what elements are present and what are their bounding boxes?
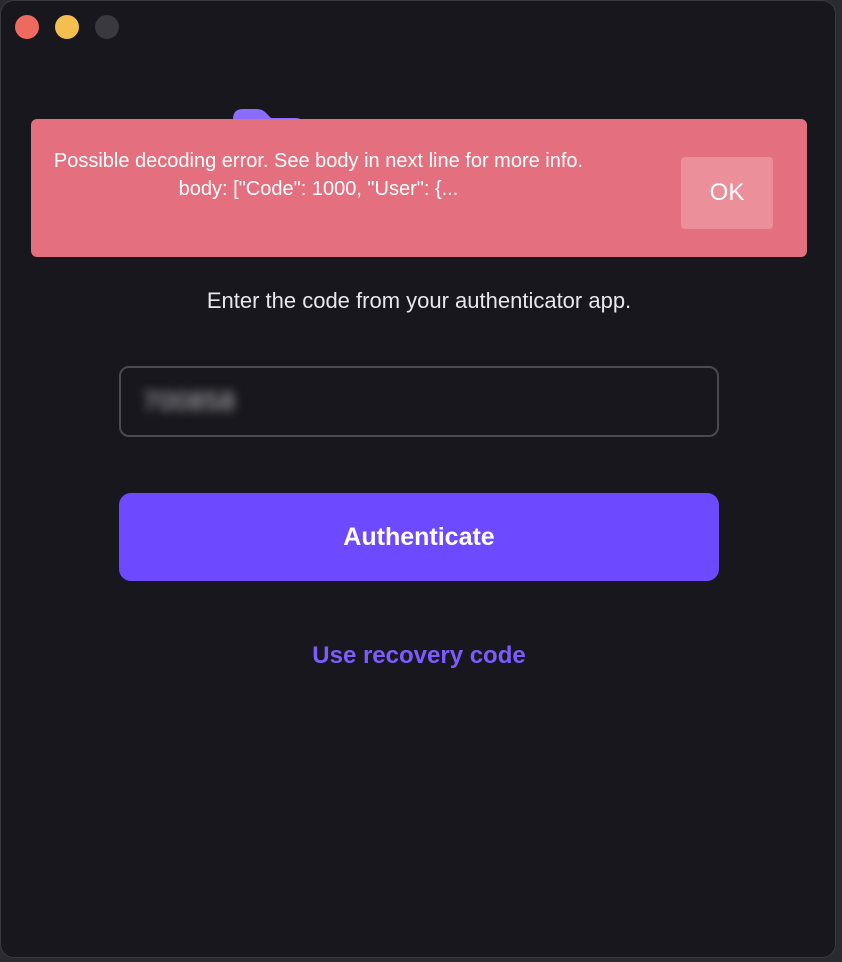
code-input[interactable]: 700858 <box>119 366 719 437</box>
page-subtitle: Enter the code from your authenticator a… <box>206 288 632 313</box>
alert-message: Possible decoding error. See body in nex… <box>51 147 586 203</box>
alert-message-line1: Possible decoding error. See body in nex… <box>53 150 584 172</box>
code-value: 700858 <box>143 386 236 416</box>
background-bottom-edge <box>0 958 842 962</box>
alert-ok-button[interactable]: OK <box>681 157 773 229</box>
error-alert: Possible decoding error. See body in nex… <box>31 119 807 257</box>
window-close-button[interactable] <box>15 15 39 39</box>
use-recovery-code-link[interactable]: Use recovery code <box>1 642 835 670</box>
authenticate-button[interactable]: Authenticate <box>119 493 719 581</box>
alert-message-line2: body: ["Code": 1000, "User": {... <box>178 178 459 200</box>
app-window: Two-factor authentication Enter the code… <box>0 0 836 958</box>
window-minimize-button[interactable] <box>55 15 79 39</box>
window-maximize-button[interactable] <box>95 15 119 39</box>
background-edge <box>836 0 842 962</box>
